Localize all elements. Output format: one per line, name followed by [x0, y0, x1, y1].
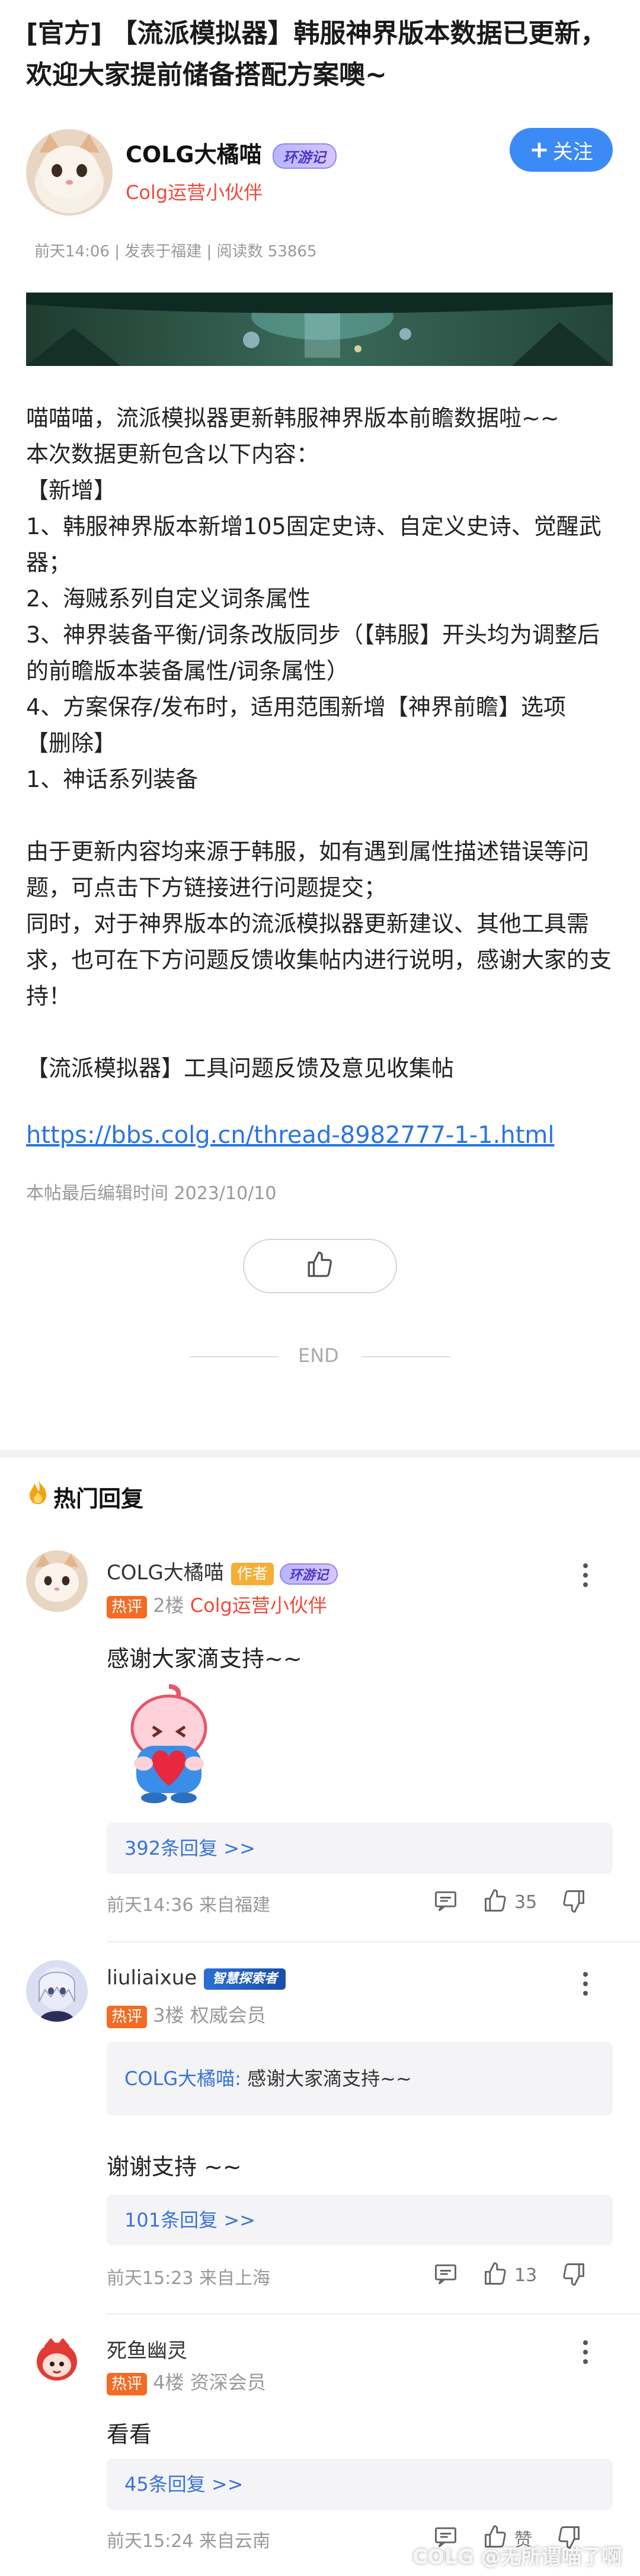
reply-floor: 4楼: [153, 2371, 184, 2394]
post-body: 喵喵喵，流派模拟器更新韩服神界版本前瞻数据啦~~ 本次数据更新包含以下内容： 【…: [26, 400, 616, 1087]
user-badge: 智慧探索者: [204, 1968, 286, 1990]
quoted-author: COLG大橘喵:: [124, 2067, 241, 2090]
view-replies-button[interactable]: 392条回复 >>: [107, 1823, 613, 1874]
comment-icon[interactable]: [433, 1888, 459, 1916]
reply-divider: [107, 2313, 640, 2314]
reply-actions: 13: [433, 2261, 587, 2289]
author-tag: 作者: [231, 1562, 274, 1585]
end-label: END: [298, 1344, 339, 1367]
author-avatar[interactable]: [26, 129, 113, 216]
hug-heart-sticker: [107, 1681, 231, 1805]
quoted-reply[interactable]: COLG大橘喵: 感谢大家滴支持~~: [107, 2042, 613, 2115]
reply-time: 前天14:36 来自福建: [107, 1895, 270, 1916]
reply-sub: 热评 3楼 权威会员: [107, 2000, 266, 2028]
plus-icon: +: [529, 136, 549, 163]
body-line: 3、神界装备平衡/词条改版同步（【韩服】开头均为调整后的前瞻版本装备属性/词条属…: [26, 622, 600, 684]
body-line: 1、神话系列装备: [26, 766, 199, 792]
author-badge: 环游记: [272, 143, 337, 169]
quoted-text: 感谢大家滴支持~~: [241, 2067, 412, 2090]
reply-author-name-text: liuliaixue: [107, 1966, 197, 1990]
reply-role: Colg运营小伙伴: [190, 1594, 327, 1617]
body-line: 同时，对于神界版本的流派模拟器更新建议、其他工具需求，也可在下方问题反馈收集帖内…: [26, 911, 612, 1009]
feedback-thread-link[interactable]: https://bbs.colg.cn/thread-8982777-1-1.h…: [26, 1122, 555, 1149]
hot-tag: 热评: [107, 2006, 148, 2028]
reply-floor: 3楼: [153, 2004, 184, 2026]
reply-actions: 35: [433, 1888, 587, 1916]
reply-sub: 热评 4楼 资深会员: [107, 2368, 266, 2395]
hot-tag: 热评: [107, 2373, 148, 2395]
body-line: 【删除】: [26, 730, 117, 756]
section-divider: [0, 1450, 640, 1458]
thumbs-down-icon[interactable]: [561, 1888, 587, 1916]
reply-text: 看看: [107, 2421, 152, 2447]
reply-sub: 热评 2楼 Colg运营小伙伴: [107, 1591, 327, 1618]
reply-author-name[interactable]: COLG大橘喵 作者 环游记: [107, 1556, 338, 1585]
edit-time: 本帖最后编辑时间 2023/10/10: [26, 1183, 277, 1204]
body-line: 喵喵喵，流派模拟器更新韩服神界版本前瞻数据啦~~: [26, 405, 559, 431]
hot-tag: 热评: [107, 1596, 148, 1618]
end-divider-left: [190, 1356, 279, 1357]
follow-label: 关注: [552, 140, 593, 164]
watermark: COLG @无所谓喵了啊: [412, 2545, 622, 2569]
follow-button[interactable]: + 关注: [510, 128, 613, 172]
author-name-text: COLG大橘喵: [126, 142, 262, 168]
reply-author-name[interactable]: liuliaixue 智慧探索者: [107, 1966, 286, 1990]
more-options-icon[interactable]: [583, 1972, 589, 2000]
post-title: [官方] 【流派模拟器】韩服神界版本数据已更新，欢迎大家提前储备搭配方案噢~: [26, 18, 607, 90]
reply-author-name-text: 死鱼幽灵: [107, 2339, 187, 2363]
view-replies-button[interactable]: 101条回复 >>: [107, 2195, 613, 2246]
post-like-button[interactable]: [243, 1239, 397, 1293]
thumbs-up-icon: [305, 1250, 335, 1282]
body-line: 【流派模拟器】工具问题反馈及意见收集帖: [26, 1055, 455, 1081]
reply-time: 前天15:24 来自云南: [107, 2531, 270, 2552]
reply-floor: 2楼: [153, 1594, 184, 1617]
body-line: 2、海贼系列自定义词条属性: [26, 586, 311, 612]
body-line: [26, 1014, 616, 1051]
reply-avatar[interactable]: [26, 2328, 88, 2390]
body-line: [26, 798, 616, 834]
reply-author-name-text: COLG大橘喵: [107, 1561, 224, 1585]
body-line: 【新增】: [26, 477, 117, 503]
author-name[interactable]: COLG大橘喵 环游记: [126, 136, 337, 169]
reply-avatar[interactable]: [26, 1550, 88, 1612]
thumbs-down-icon[interactable]: [561, 2261, 587, 2289]
more-options-icon[interactable]: [583, 2340, 589, 2369]
body-line: 本次数据更新包含以下内容：: [26, 441, 319, 467]
reply-time: 前天15:23 来自上海: [107, 2268, 270, 2289]
reply-role: 权威会员: [190, 2004, 266, 2026]
like-count: 13: [514, 2265, 537, 2286]
reply-avatar[interactable]: [26, 1960, 88, 2022]
like-count: 35: [514, 1891, 537, 1913]
reply-text: 感谢大家滴支持~~: [107, 1646, 302, 1672]
more-options-icon[interactable]: [583, 1563, 589, 1592]
body-line: 1、韩服神界版本新增105固定史诗、自定义史诗、觉醒武器；: [26, 513, 601, 576]
author-subtitle: Colg运营小伙伴: [126, 181, 263, 204]
post-meta: 前天14:06 | 发表于福建 | 阅读数 53865: [34, 243, 317, 261]
hot-replies-title: 热门回复: [53, 1486, 144, 1512]
reply-role: 资深会员: [190, 2371, 266, 2394]
body-line: 4、方案保存/发布时，适用范围新增【神界前瞻】选项: [26, 694, 566, 720]
thumbs-up-icon[interactable]: [482, 1888, 508, 1916]
end-divider-right: [361, 1356, 450, 1357]
body-line: 由于更新内容均来源于韩服，如有遇到属性描述错误等问题，可点击下方链接进行问题提交…: [26, 839, 590, 901]
thumbs-up-icon[interactable]: [482, 2261, 508, 2289]
post-banner-image: [26, 293, 613, 366]
user-badge: 环游记: [279, 1563, 338, 1585]
flame-icon: [26, 1478, 50, 1505]
view-replies-button[interactable]: 45条回复 >>: [107, 2459, 613, 2510]
reply-author-name[interactable]: 死鱼幽灵: [107, 2334, 187, 2363]
reply-text: 谢谢支持 ~~: [107, 2154, 242, 2180]
reply-divider: [107, 1941, 640, 1942]
comment-icon[interactable]: [433, 2261, 459, 2289]
